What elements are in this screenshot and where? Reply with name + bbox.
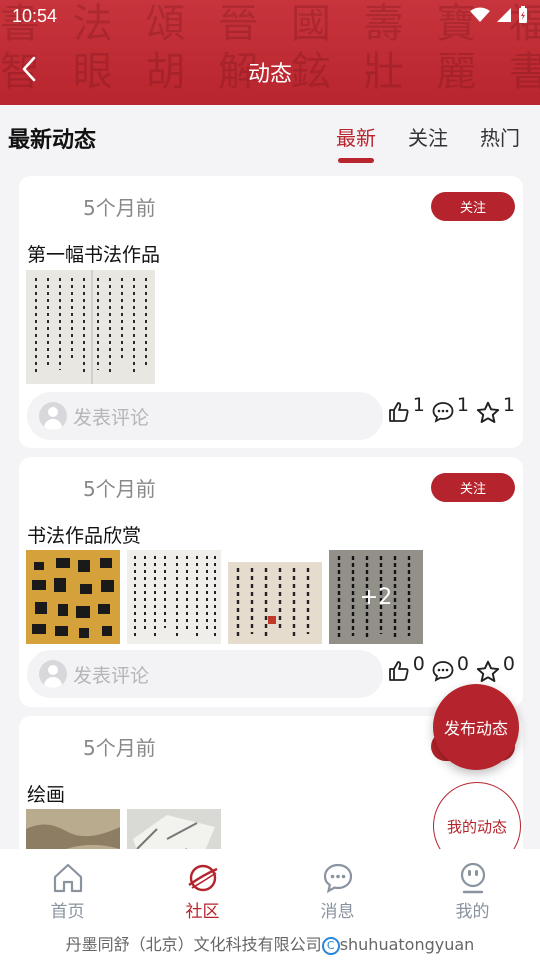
tab-following[interactable]: 关注 xyxy=(408,122,448,151)
nav-item-profile[interactable]: 我的 xyxy=(405,849,540,929)
bottom-nav: 首页 社区 消息 我的 xyxy=(0,849,540,929)
signal-icon xyxy=(497,8,511,22)
profile-icon xyxy=(460,862,485,894)
post-actions: 1 1 1 xyxy=(387,394,515,426)
section-title: 最新动态 xyxy=(8,128,97,153)
more-images-label: +2 xyxy=(329,550,423,644)
like-button[interactable]: 1 xyxy=(387,394,425,424)
status-bar: 10:54 xyxy=(0,0,540,34)
post-image[interactable] xyxy=(26,550,120,644)
like-count: 1 xyxy=(412,394,425,416)
nav-item-messages[interactable]: 消息 xyxy=(270,849,405,929)
battery-icon xyxy=(519,6,527,23)
nav-label: 我的 xyxy=(455,902,490,922)
thumbs-up-icon xyxy=(388,661,409,681)
post-text: 第一幅书法作品 xyxy=(27,244,161,266)
comment-placeholder: 发表评论 xyxy=(73,406,150,429)
post-time: 5个月前 xyxy=(83,736,156,760)
footer: 丹墨同舒（北京）文化科技有限公司 Cshuhuatongyuan xyxy=(0,929,540,960)
star-icon xyxy=(476,660,500,682)
avatar xyxy=(39,660,67,688)
tab-hot[interactable]: 热门 xyxy=(480,122,520,151)
status-time: 10:54 xyxy=(12,6,58,26)
favorite-button[interactable]: 1 xyxy=(475,394,515,426)
wifi-icon xyxy=(470,7,490,22)
home-icon xyxy=(53,863,82,893)
post-text: 绘画 xyxy=(27,784,66,806)
like-count: 0 xyxy=(412,653,425,675)
follow-button[interactable]: 关注 xyxy=(431,192,515,221)
status-icons xyxy=(470,6,528,24)
post-text: 书法作品欣赏 xyxy=(27,525,142,547)
nav-label: 消息 xyxy=(320,902,355,922)
post-image[interactable] xyxy=(228,550,322,644)
like-button[interactable]: 0 xyxy=(387,653,425,683)
chat-icon xyxy=(323,863,352,894)
comment-count: 0 xyxy=(456,653,469,675)
copyright-icon: C xyxy=(321,936,340,955)
post-image[interactable] xyxy=(26,270,155,384)
publish-post-button[interactable]: 发布动态 xyxy=(433,684,519,770)
post-time: 5个月前 xyxy=(83,196,156,220)
favorite-button[interactable]: 0 xyxy=(475,653,515,685)
avatar xyxy=(39,402,67,430)
nav-item-home[interactable]: 首页 xyxy=(0,849,135,929)
star-icon xyxy=(476,401,500,423)
comment-count: 1 xyxy=(456,394,469,416)
post-image[interactable] xyxy=(127,550,221,644)
footer-domain: shuhuatongyuan xyxy=(339,935,475,954)
post-actions: 0 0 0 xyxy=(387,653,515,685)
post-card: 5个月前 关注 第一幅书法作品 发表评论 1 1 1 xyxy=(19,176,523,448)
feed-tabs: 最新 关注 热门 xyxy=(336,122,520,163)
comment-input[interactable]: 发表评论 xyxy=(27,650,383,698)
comment-placeholder: 发表评论 xyxy=(73,664,150,687)
post-images: +2 xyxy=(26,550,423,644)
planet-icon xyxy=(187,864,217,892)
post-image[interactable]: +2 xyxy=(329,550,423,644)
favorite-count: 0 xyxy=(502,653,515,675)
tab-latest[interactable]: 最新 xyxy=(336,122,376,163)
favorite-count: 1 xyxy=(502,394,515,416)
comment-icon xyxy=(432,661,454,682)
footer-company: 丹墨同舒（北京）文化科技有限公司 xyxy=(65,935,322,954)
comment-button[interactable]: 0 xyxy=(431,653,469,683)
nav-label: 首页 xyxy=(50,902,85,922)
comment-icon xyxy=(432,402,454,423)
page-title: 动态 xyxy=(247,62,292,87)
app-header: 書 法 頌 晉 國 壽 寶 福 智 眼 胡 解 鉉 壯 麗 書 10:54 动态 xyxy=(0,0,540,105)
thumbs-up-icon xyxy=(388,402,409,422)
follow-button[interactable]: 关注 xyxy=(431,473,515,502)
nav-label: 社区 xyxy=(185,902,220,922)
nav-item-community[interactable]: 社区 xyxy=(135,849,270,929)
comment-button[interactable]: 1 xyxy=(431,394,469,424)
post-card: 5个月前 关注 书法作品欣赏 +2 发表评论 0 0 0 xyxy=(19,457,523,707)
post-images xyxy=(26,270,155,384)
post-time: 5个月前 xyxy=(83,477,156,501)
comment-input[interactable]: 发表评论 xyxy=(27,392,383,440)
